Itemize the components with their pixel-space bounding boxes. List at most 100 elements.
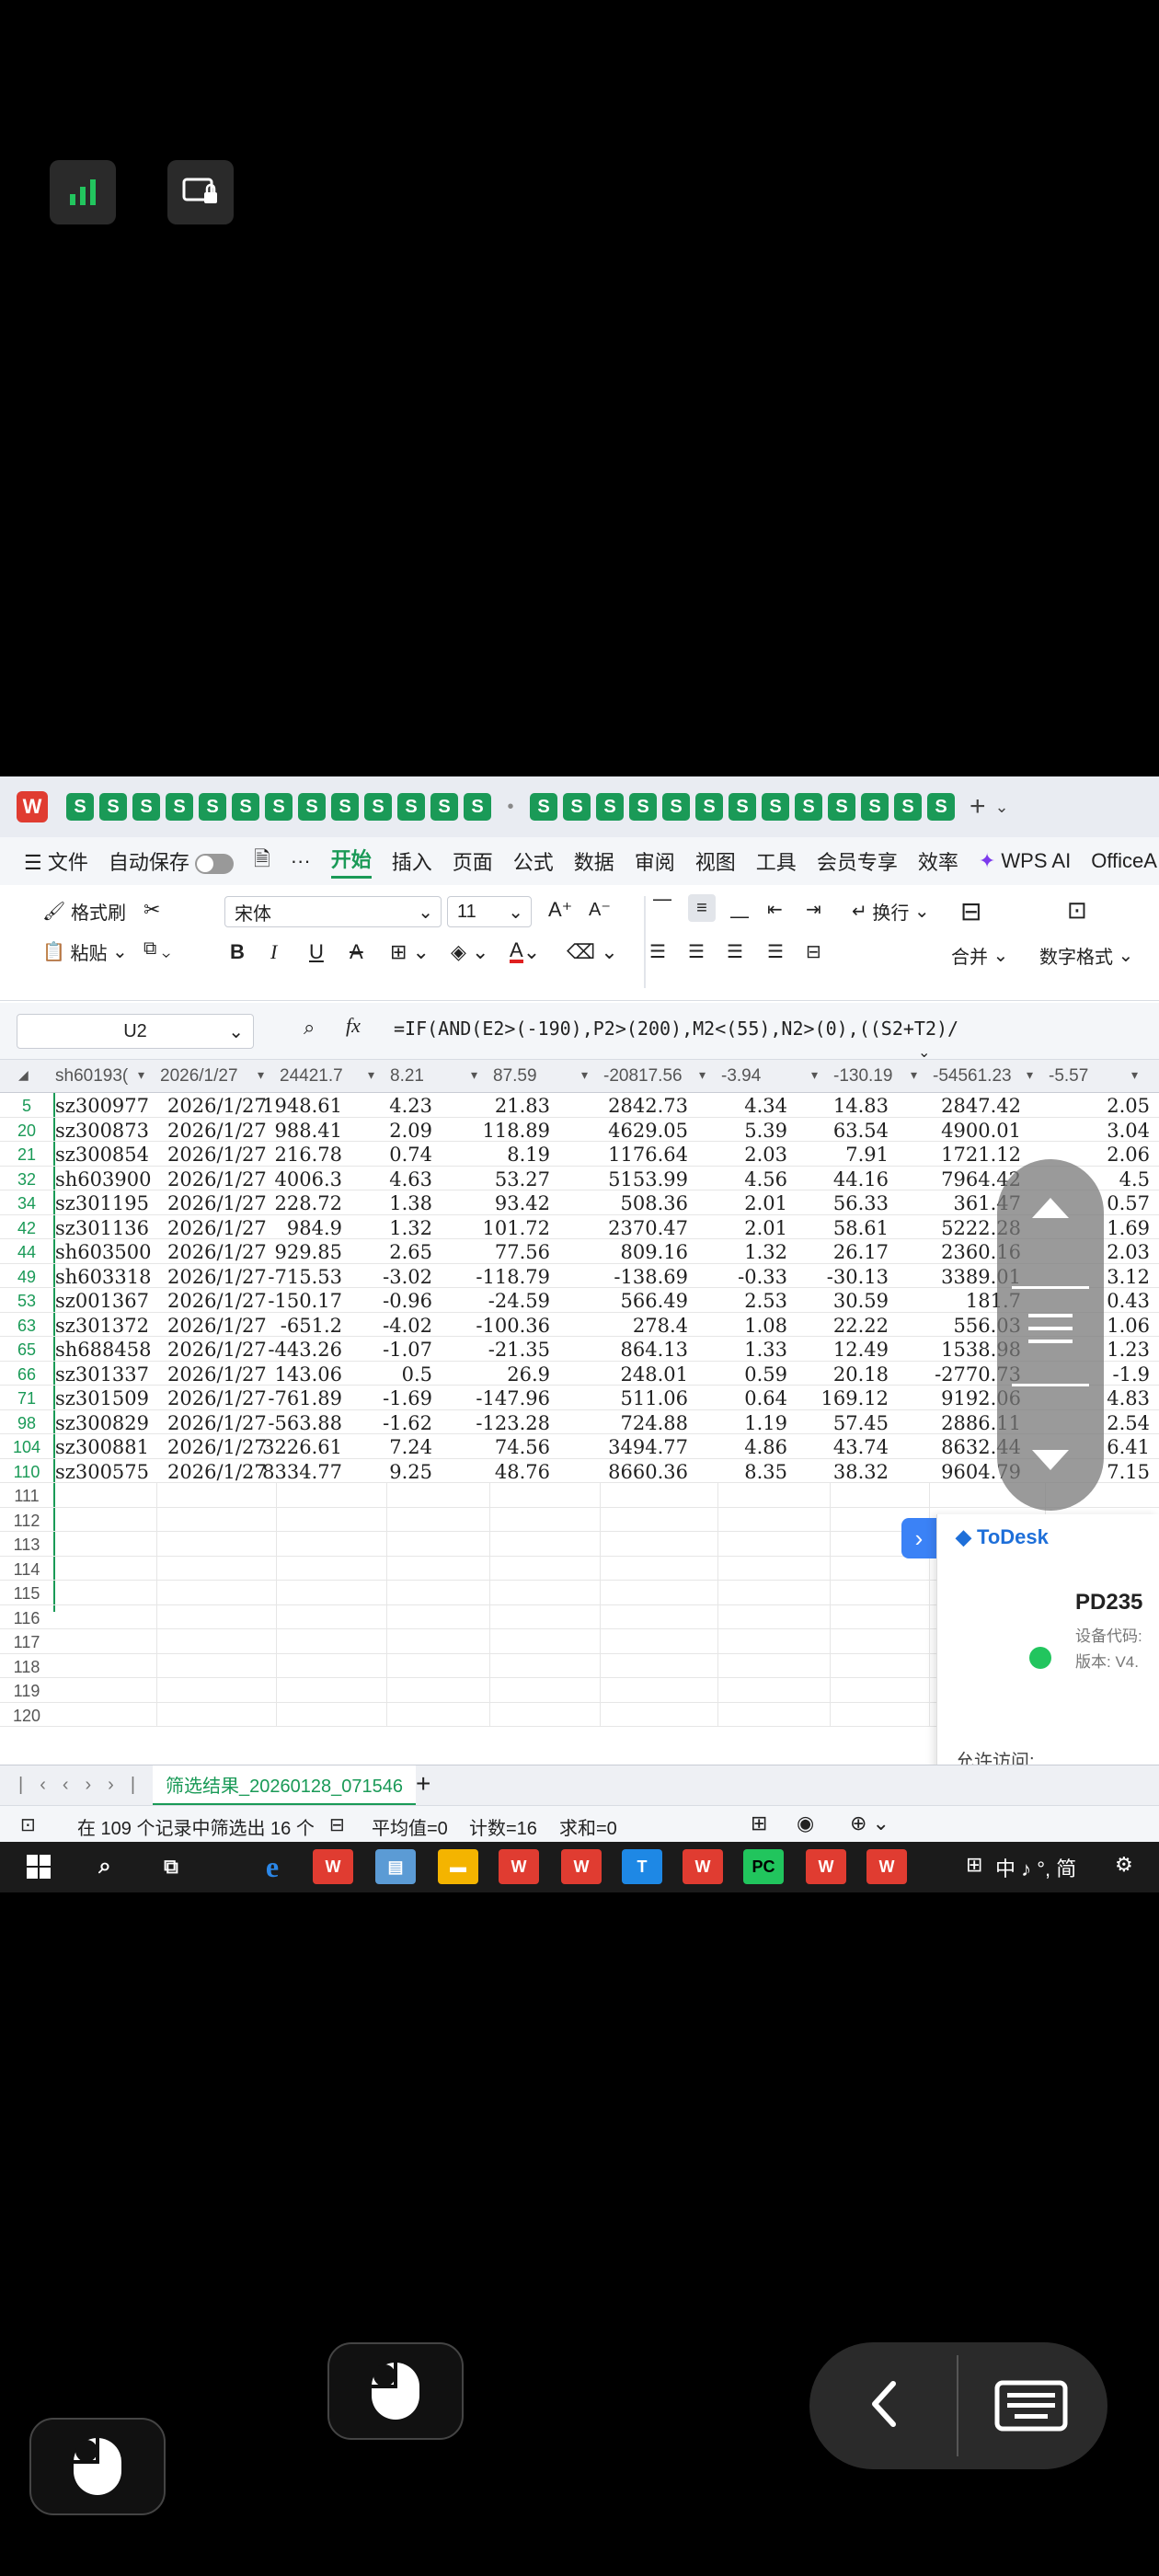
table-row[interactable]: 110 sz300575 2026/1/27 8334.77 9.25 48.76 8660… — [0, 1459, 1159, 1483]
outdent-icon[interactable]: ⇤ — [767, 898, 783, 921]
table-cell[interactable]: 1721.12 — [941, 1144, 1021, 1166]
table-cell[interactable]: 2847.42 — [941, 1095, 1021, 1117]
menu-efficiency[interactable]: 效率 — [918, 846, 958, 876]
table-cell[interactable]: 2026/1/27 — [167, 1315, 267, 1337]
document-tab-icon[interactable]: S — [430, 793, 458, 821]
document-tab-icon[interactable]: S — [265, 793, 293, 821]
add-sheet-icon[interactable]: + — [416, 1769, 430, 1799]
number-format-button[interactable]: 数字格式 ⌄ — [1039, 942, 1133, 969]
table-cell[interactable]: 93.42 — [495, 1192, 550, 1214]
row-number[interactable]: 114 — [0, 1560, 53, 1580]
filter-header-cell[interactable]: sh60193( — [55, 1066, 128, 1087]
wps-app-icon[interactable]: W — [499, 1849, 539, 1884]
table-cell[interactable]: 63.54 — [833, 1120, 889, 1142]
table-row[interactable]: 104 sz300881 2026/1/27 3226.61 7.24 74.56 3494… — [0, 1434, 1159, 1459]
merge-button[interactable]: 合并 ⌄ — [951, 942, 1008, 969]
document-tab-icon[interactable]: S — [530, 793, 557, 821]
document-tab-icon[interactable]: S — [464, 793, 491, 821]
table-cell[interactable]: 7.91 — [845, 1144, 889, 1166]
number-format-icon[interactable]: ⊡ — [1067, 896, 1087, 925]
table-cell[interactable]: 228.72 — [275, 1192, 342, 1214]
sheet-nav-icons[interactable]: |‹‹››| — [18, 1775, 152, 1796]
table-row[interactable]: 98 sz300829 2026/1/27 -563.88 -1.62 -123.28 72… — [0, 1410, 1159, 1434]
todesk-collapse-button[interactable]: › — [901, 1518, 936, 1558]
table-row[interactable]: 49 sh603318 2026/1/27 -715.53 -3.02 -118.79 -1… — [0, 1264, 1159, 1288]
filter-header-cell[interactable]: 24421.7 — [280, 1066, 343, 1087]
normal-view-icon[interactable]: ⊞ — [751, 1811, 767, 1835]
format-painter-button[interactable]: 🖌 格式刷 — [42, 898, 126, 925]
table-cell[interactable]: 216.78 — [275, 1144, 342, 1166]
align-top-icon[interactable]: ⎺ — [653, 898, 671, 919]
table-cell[interactable]: sz001367 — [55, 1290, 149, 1312]
mouse-mode-button[interactable] — [327, 2342, 464, 2440]
table-row[interactable]: 63 sz301372 2026/1/27 -651.2 -4.02 -100.36 278… — [0, 1313, 1159, 1337]
new-tab-icon[interactable]: + — [970, 791, 986, 822]
table-cell[interactable]: 8660.36 — [608, 1461, 688, 1483]
table-cell[interactable]: 14.83 — [833, 1095, 889, 1117]
table-cell[interactable]: 2026/1/27 — [167, 1363, 267, 1386]
row-number[interactable]: 20 — [0, 1121, 53, 1141]
settings-gear-icon[interactable]: ⚙ — [1115, 1853, 1133, 1877]
row-number[interactable]: 63 — [0, 1317, 53, 1336]
wps-app-icon[interactable]: W — [561, 1849, 602, 1884]
wps-app-icon[interactable]: W — [806, 1849, 846, 1884]
table-cell[interactable]: 4629.05 — [608, 1120, 688, 1142]
table-cell[interactable]: 1176.64 — [608, 1144, 688, 1166]
table-cell[interactable]: 1.32 — [389, 1217, 432, 1239]
table-cell[interactable]: sz301195 — [55, 1192, 149, 1214]
table-cell[interactable]: -147.96 — [476, 1387, 550, 1409]
row-number[interactable]: 104 — [0, 1438, 53, 1457]
table-cell[interactable]: 22.22 — [833, 1315, 889, 1337]
table-cell[interactable]: 20.18 — [833, 1363, 889, 1386]
table-cell[interactable]: 2842.73 — [608, 1095, 688, 1117]
table-cell[interactable]: 2026/1/27 — [167, 1412, 267, 1434]
scroll-up-icon[interactable] — [1032, 1198, 1069, 1218]
document-tab-icon[interactable]: S — [894, 793, 922, 821]
merge-cells-icon[interactable]: ⊟ — [960, 896, 981, 926]
table-cell[interactable]: 4.83 — [1107, 1387, 1150, 1409]
table-cell[interactable]: 724.88 — [621, 1412, 688, 1434]
strikethrough-icon[interactable]: A — [350, 940, 363, 964]
align-center-icon[interactable]: ☰ — [688, 940, 705, 963]
table-cell[interactable]: 101.72 — [483, 1217, 550, 1239]
table-cell[interactable]: 2026/1/27 — [167, 1144, 267, 1166]
table-cell[interactable]: 511.06 — [621, 1387, 688, 1409]
table-cell[interactable]: 2026/1/27 — [167, 1461, 267, 1483]
filter-header-cell[interactable]: 8.21 — [390, 1066, 424, 1087]
ime-tray[interactable]: 中 ♪ °, 简 — [995, 1853, 1076, 1882]
menu-page[interactable]: 页面 — [453, 846, 493, 876]
document-tab-icon[interactable]: S — [66, 793, 94, 821]
filter-dropdown-icon[interactable]: ▾ — [811, 1067, 818, 1083]
table-cell[interactable]: 0.64 — [744, 1387, 787, 1409]
filter-header-cell[interactable]: -54561.23 — [933, 1066, 1012, 1087]
table-cell[interactable]: 809.16 — [621, 1241, 688, 1263]
filter-header-cell[interactable]: -3.94 — [721, 1066, 761, 1087]
document-tab-icon[interactable]: S — [99, 793, 127, 821]
table-cell[interactable]: 0.43 — [1107, 1290, 1150, 1312]
table-cell[interactable]: -1.69 — [383, 1387, 432, 1409]
row-number[interactable]: 120 — [0, 1707, 53, 1726]
table-cell[interactable]: -0.96 — [383, 1290, 432, 1312]
document-tab-icon[interactable]: S — [232, 793, 259, 821]
back-arrow-icon[interactable] — [852, 2372, 916, 2436]
save-icon[interactable]: 🗎 — [254, 844, 270, 879]
increase-font-icon[interactable]: A⁺ — [548, 898, 572, 922]
table-cell[interactable]: -443.26 — [268, 1339, 342, 1361]
table-cell[interactable]: 5.39 — [744, 1120, 787, 1142]
table-cell[interactable]: 988.41 — [275, 1120, 342, 1142]
table-cell[interactable]: -1.62 — [383, 1412, 432, 1434]
table-cell[interactable]: sz300881 — [55, 1436, 149, 1458]
table-cell[interactable]: sz300873 — [55, 1120, 149, 1142]
row-number[interactable]: 5 — [0, 1097, 53, 1116]
cut-icon[interactable]: ✂ — [143, 898, 160, 922]
table-cell[interactable]: -3.02 — [383, 1266, 432, 1288]
table-cell[interactable]: 30.59 — [833, 1290, 889, 1312]
filter-dropdown-icon[interactable]: ▾ — [1131, 1067, 1138, 1083]
filter-dropdown-icon[interactable]: ▾ — [911, 1067, 917, 1083]
table-cell[interactable]: 26.9 — [507, 1363, 550, 1386]
table-cell[interactable]: 1948.61 — [262, 1095, 342, 1117]
document-tab-icon[interactable]: S — [662, 793, 690, 821]
table-cell[interactable]: -715.53 — [268, 1266, 342, 1288]
table-cell[interactable]: sz301337 — [55, 1363, 149, 1386]
zoom-icon[interactable]: ⌕ — [304, 1016, 315, 1040]
